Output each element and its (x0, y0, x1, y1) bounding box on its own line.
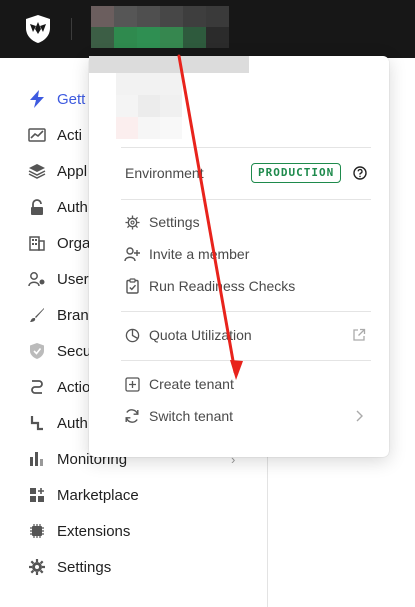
menu-item-invite-member[interactable]: Invite a member (121, 238, 371, 270)
pie-chart-icon (124, 327, 140, 343)
user-plus-icon (124, 246, 140, 262)
tenant-info-redacted (89, 56, 249, 140)
lock-icon (28, 198, 46, 216)
brush-icon (28, 306, 46, 324)
gear-icon (124, 214, 140, 230)
sidebar-item-marketplace[interactable]: Marketplace (0, 477, 268, 513)
menu-item-settings[interactable]: Settings (121, 206, 371, 238)
menu-divider (121, 311, 371, 312)
clipboard-check-icon (124, 278, 140, 294)
menu-item-readiness-checks[interactable]: Run Readiness Checks (121, 270, 371, 302)
top-bar (0, 0, 415, 58)
sidebar-item-label: Acti (57, 126, 83, 144)
sidebar-item-label: Auth (57, 198, 88, 216)
sidebar-item-label: Actio (57, 378, 91, 396)
environment-badge: PRODUCTION (251, 163, 342, 183)
refresh-icon (124, 408, 140, 424)
sidebar-item-label: Extensions (57, 522, 131, 540)
sidebar-item-label: Bran (57, 306, 89, 324)
sidebar-item-label: User (57, 270, 89, 288)
activity-chart-icon (28, 126, 46, 144)
flow-icon (28, 378, 46, 396)
menu-divider (121, 199, 371, 200)
menu-item-label: Run Readiness Checks (149, 278, 296, 294)
sidebar-item-label: Gett (57, 90, 86, 108)
auth0-shield-icon[interactable] (24, 14, 52, 44)
shield-check-icon (28, 342, 46, 360)
menu-divider (121, 147, 371, 148)
lightning-icon (28, 90, 46, 108)
menu-item-label: Create tenant (149, 376, 234, 392)
chip-icon (28, 522, 46, 540)
menu-item-switch-tenant[interactable]: Switch tenant (121, 400, 371, 432)
menu-item-label: Quota Utilization (149, 327, 252, 343)
sidebar-item-label: Orga (57, 234, 91, 252)
question-circle-icon[interactable] (353, 166, 367, 180)
sidebar-item-extensions[interactable]: Extensions (0, 513, 268, 549)
menu-item-label: Switch tenant (149, 408, 234, 424)
pipeline-icon (28, 414, 46, 432)
building-icon (28, 234, 46, 252)
menu-item-quota-utilization[interactable]: Quota Utilization (121, 319, 371, 351)
tenant-menu: Environment PRODUCTION Settings Invite a… (89, 56, 389, 457)
sidebar-item-settings[interactable]: Settings (0, 549, 268, 585)
sidebar-item-label: Settings (57, 558, 112, 576)
menu-divider (121, 360, 371, 361)
sidebar-item-label: Auth (57, 414, 88, 432)
plus-square-icon (124, 376, 140, 392)
sidebar-item-label: Secu (57, 342, 92, 360)
menu-item-create-tenant[interactable]: Create tenant (121, 368, 371, 400)
chevron-right-icon (351, 408, 367, 424)
menu-item-label: Settings (149, 214, 200, 230)
tenant-name-redacted[interactable] (91, 6, 229, 48)
topbar-divider (71, 18, 72, 40)
environment-label: Environment (125, 165, 204, 181)
external-link-icon (351, 327, 367, 343)
sidebar-item-label: Appl (57, 162, 88, 180)
gear-icon (28, 558, 46, 576)
layers-icon (28, 162, 46, 180)
user-management-icon (28, 270, 46, 288)
sidebar-item-label: Marketplace (57, 486, 139, 504)
bar-chart-icon (28, 450, 46, 468)
menu-item-label: Invite a member (149, 246, 250, 262)
grid-plus-icon (28, 486, 46, 504)
